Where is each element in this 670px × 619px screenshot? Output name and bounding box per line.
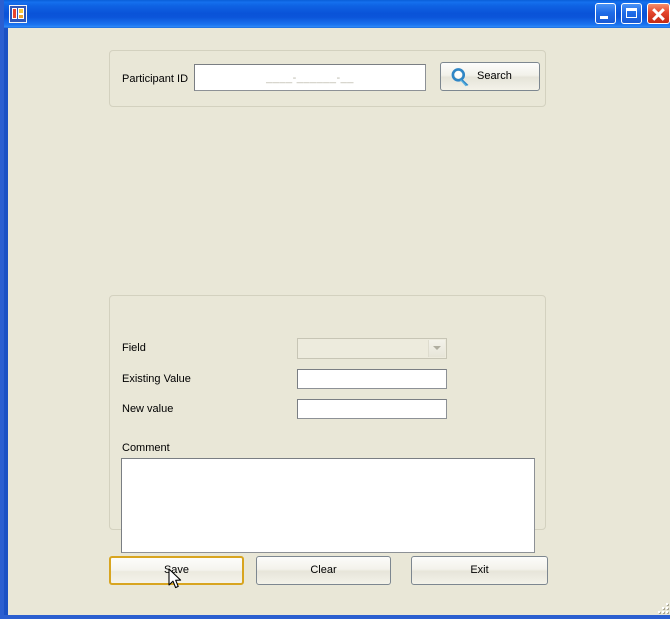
field-select-arrow[interactable] — [428, 340, 445, 357]
field-select[interactable] — [297, 338, 447, 359]
comment-textarea[interactable] — [121, 458, 535, 553]
exit-button[interactable]: Exit — [411, 556, 548, 585]
application-window: Participant ID Search Field — [0, 0, 670, 619]
comment-label: Comment — [122, 442, 170, 454]
search-button[interactable]: Search — [440, 62, 540, 91]
resize-grip[interactable] — [654, 599, 668, 613]
title-bar[interactable] — [4, 0, 670, 28]
magnifier-icon — [451, 68, 469, 87]
new-value-input[interactable] — [297, 399, 447, 419]
form-client-area: Participant ID Search Field — [8, 28, 670, 615]
save-button[interactable]: Save — [109, 556, 244, 585]
application-icon — [9, 5, 27, 23]
minimize-button[interactable] — [594, 3, 616, 24]
maximize-icon — [625, 8, 637, 18]
clear-button[interactable]: Clear — [256, 556, 391, 585]
existing-value-input[interactable] — [297, 369, 447, 389]
participant-id-label: Participant ID — [122, 73, 189, 85]
existing-value-label: Existing Value — [122, 373, 191, 385]
close-button[interactable] — [647, 3, 670, 24]
field-label: Field — [122, 342, 146, 354]
maximize-button[interactable] — [620, 3, 642, 24]
minimize-icon — [599, 16, 608, 19]
window-controls — [593, 3, 670, 25]
search-button-label: Search — [477, 70, 512, 82]
chevron-down-icon — [433, 346, 441, 350]
new-value-label: New value — [122, 403, 174, 415]
participant-id-input[interactable] — [194, 64, 426, 91]
